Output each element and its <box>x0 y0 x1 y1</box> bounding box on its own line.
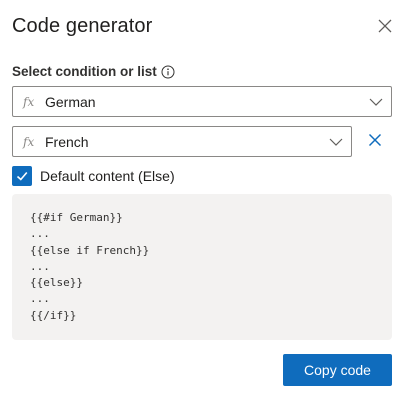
info-icon[interactable] <box>161 65 175 79</box>
close-button[interactable] <box>372 15 398 41</box>
code-line: ... <box>30 259 50 273</box>
dialog-title: Code generator <box>12 15 153 37</box>
default-content-label: Default content (Else) <box>40 168 175 184</box>
code-line: ... <box>30 292 50 306</box>
default-content-checkbox[interactable] <box>12 166 32 186</box>
code-generator-dialog: Code generator Select condition or list … <box>0 0 406 400</box>
chevron-down-icon <box>329 137 343 147</box>
close-icon <box>378 19 392 38</box>
checkmark-icon <box>16 171 28 181</box>
code-line: {{#if German}} <box>30 211 123 224</box>
function-icon: fx <box>23 94 35 109</box>
code-line: {{else if French}} <box>30 243 150 257</box>
copy-code-button[interactable]: Copy code <box>283 354 392 386</box>
condition-label-text: Select condition or list <box>12 64 157 79</box>
remove-icon <box>368 133 382 152</box>
condition-select-1[interactable]: fx German <box>12 86 392 117</box>
code-lines: {{#if German}} ... {{else if French}} ..… <box>30 210 149 324</box>
chevron-down-icon <box>369 97 383 107</box>
function-icon: fx <box>23 134 35 149</box>
condition-select-value: German <box>45 93 96 110</box>
remove-condition-button[interactable] <box>363 130 387 154</box>
code-preview: {{#if German}} ... {{else if French}} ..… <box>12 194 392 340</box>
condition-section-label: Select condition or list <box>12 64 175 79</box>
default-content-checkbox-row[interactable]: Default content (Else) <box>12 166 175 186</box>
code-line: {{/if}} <box>30 308 77 322</box>
condition-select-value: French <box>45 133 89 150</box>
condition-select-2[interactable]: fx French <box>12 126 352 157</box>
code-line: {{else}} <box>30 276 83 290</box>
code-line: ... <box>30 227 50 241</box>
